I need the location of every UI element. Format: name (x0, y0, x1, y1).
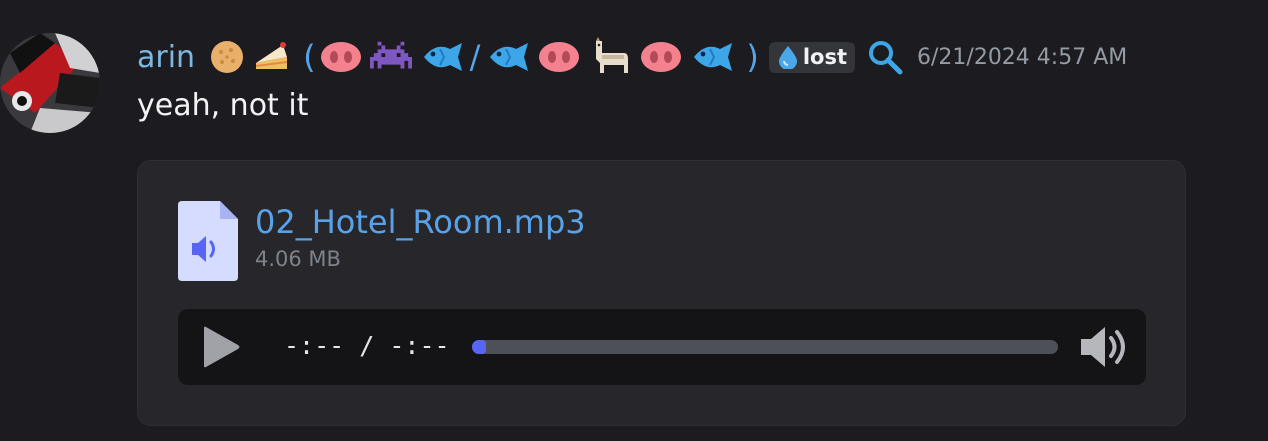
magnifier-icon (867, 39, 903, 75)
play-icon[interactable] (200, 326, 242, 368)
avatar-image (0, 33, 100, 133)
avatar[interactable] (0, 33, 100, 133)
audio-player: -:-- / -:-- (178, 309, 1146, 385)
audio-attachment: 02_Hotel_Room.mp3 4.06 MB -:-- / -:-- (137, 160, 1186, 426)
cookie-emoji (209, 39, 245, 75)
fish-emoji (690, 40, 734, 74)
bio-paren-close: ) (746, 38, 759, 76)
volume-icon[interactable] (1078, 324, 1132, 370)
bio-paren-open: ( (303, 38, 316, 76)
username[interactable]: arin (137, 40, 195, 75)
progress-fill (472, 340, 486, 354)
droplet-icon (778, 45, 797, 69)
playback-time: -:-- / -:-- (284, 331, 450, 360)
audio-file-icon (178, 201, 238, 281)
bio-slash: / (469, 38, 481, 76)
alien-monster-emoji (369, 40, 412, 74)
server-tag[interactable]: lost (768, 41, 855, 73)
message-text: yeah, not it (137, 88, 309, 123)
file-name-link[interactable]: 02_Hotel_Room.mp3 (255, 203, 586, 241)
fish-emoji (486, 40, 530, 74)
fish-emoji (420, 40, 464, 74)
pig-nose-emoji (538, 40, 580, 74)
llama-emoji (588, 37, 632, 77)
pig-nose-emoji (640, 40, 682, 74)
progress-bar[interactable] (472, 340, 1058, 354)
message-timestamp[interactable]: 6/21/2024 4:57 AM (917, 45, 1127, 70)
message-header: arin ( / ) lost 6/21/2024 4:57 AM (137, 34, 1127, 80)
cake-emoji (253, 39, 291, 75)
server-tag-label: lost (802, 44, 847, 69)
pig-nose-emoji (320, 40, 362, 74)
file-size: 4.06 MB (255, 247, 341, 271)
